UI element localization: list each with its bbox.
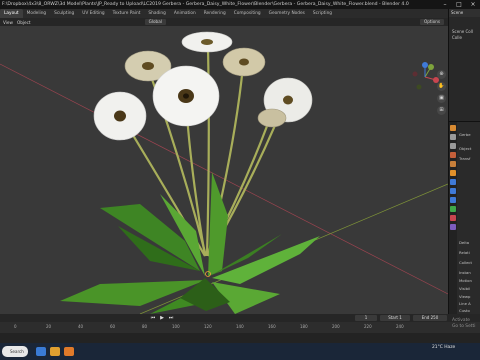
tick-label: 240 [396,324,404,329]
tab-rendering[interactable]: Rendering [200,9,230,18]
section-line-art[interactable]: Line A [459,301,471,306]
zoom-icon[interactable]: ⊕ [437,70,446,79]
x-axis-line [0,63,448,295]
options-dropdown[interactable]: Options [419,19,445,25]
tick-label: 60 [110,324,116,329]
activation-watermark: Activate Go to Setti [452,318,475,330]
viewport-header: View Object Global Options [0,18,448,26]
tick-label: 0 [14,324,17,329]
weather-widget[interactable]: 21°C Haze [432,345,455,351]
tab-sculpting[interactable]: Sculpting [50,9,78,18]
section-delta[interactable]: Delta [459,240,469,245]
tab-geometry-nodes[interactable]: Geometry Nodes [265,9,309,18]
section-collections[interactable]: Collect [459,260,472,265]
tick-label: 220 [364,324,372,329]
app-icon-folder[interactable] [50,347,60,356]
window-controls: – □ × [438,0,480,9]
maximize-button[interactable]: □ [452,0,466,9]
jump-start-icon[interactable]: ⏮ [150,315,156,321]
tab-scripting[interactable]: Scripting [309,9,336,18]
render-icon[interactable] [450,134,456,140]
section-transform[interactable]: Transf [459,156,470,161]
material-icon[interactable] [450,215,456,221]
flower-heads [93,31,313,141]
start-frame-field[interactable]: Start 1 [380,315,410,321]
pan-hand-icon[interactable]: ✋ [437,82,446,91]
outliner-row-collection[interactable]: Colle [449,35,480,41]
app-icon-blender[interactable] [64,347,74,356]
properties-panel: Gerbe Object Transf Delta Relati Collect… [448,121,480,315]
tick-label: 200 [332,324,340,329]
play-icon[interactable]: ▶ [159,315,165,321]
jump-end-icon[interactable]: ⏭ [168,315,174,321]
close-button[interactable]: × [466,0,480,9]
tick-label: 40 [78,324,84,329]
tab-modeling[interactable]: Modeling [23,9,51,18]
timeline-ruler[interactable]: 0 20 40 60 80 100 120 140 160 180 200 22… [0,322,480,333]
tick-label: 80 [142,324,148,329]
blender-window: F:\Dropbox\4x3\8_ORWZ\3d Model\Plants\JP… [0,0,480,360]
grid-icon[interactable]: ⊞ [437,106,446,115]
end-frame-field[interactable]: End 250 [413,315,447,321]
world-icon[interactable] [450,161,456,167]
section-custom[interactable]: Custo [459,308,470,313]
orientation-dropdown[interactable]: Global [144,19,166,25]
current-frame-field[interactable]: 1 [355,315,377,321]
output-icon[interactable] [450,143,456,149]
scene-icon[interactable] [450,152,456,158]
navigation-gizmo[interactable] [410,62,440,92]
start-frame-value: 1 [399,315,402,320]
3d-viewport[interactable]: ⊕ ✋ ▣ ⊞ [0,26,448,314]
texture-icon[interactable] [450,224,456,230]
object-label: Object [459,146,472,151]
end-frame-label: End [421,315,430,320]
camera-icon[interactable]: ▣ [437,94,446,103]
menu-view[interactable]: View [3,20,13,25]
section-motion[interactable]: Motion [459,278,472,283]
section-viewport[interactable]: Viewp [459,294,470,299]
windows-taskbar: Search 21°C Haze [0,343,480,360]
app-icon-browser[interactable] [36,347,46,356]
taskbar-search[interactable]: Search [2,346,28,357]
modifier-icon[interactable] [450,179,456,185]
section-relations[interactable]: Relati [459,250,470,255]
tab-uv-editing[interactable]: UV Editing [78,9,108,18]
tick-label: 140 [236,324,244,329]
viewport-scene [0,31,448,314]
tab-animation[interactable]: Animation [170,9,200,18]
minimize-button[interactable]: – [438,0,452,9]
properties-tabs [449,122,457,315]
end-frame-value: 250 [430,315,439,320]
tab-texture-paint[interactable]: Texture Paint [109,9,145,18]
timeline-area[interactable] [0,333,480,343]
physics-icon[interactable] [450,197,456,203]
playback-controls: ⏮ ▶ ⏭ [150,314,174,321]
leaves [60,172,320,314]
tick-label: 180 [300,324,308,329]
menu-object[interactable]: Object [17,20,31,25]
object-data-icon[interactable] [450,206,456,212]
section-instancing[interactable]: Instan [459,270,471,275]
tick-label: 120 [204,324,212,329]
section-visibility[interactable]: Visibil [459,286,470,291]
tick-label: 160 [268,324,276,329]
tick-label: 100 [172,324,180,329]
particles-icon[interactable] [450,188,456,194]
title-bar: F:\Dropbox\4x3\8_ORWZ\3d Model\Plants\JP… [0,0,480,9]
start-frame-label: Start [388,315,398,320]
tab-shading[interactable]: Shading [144,9,169,18]
object-icon[interactable] [450,170,456,176]
window-title: F:\Dropbox\4x3\8_ORWZ\3d Model\Plants\JP… [2,2,409,7]
outliner-title: Scene [449,9,480,17]
tool-icon[interactable] [450,125,456,131]
watermark-line-2: Go to Setti [452,324,476,329]
tab-compositing[interactable]: Compositing [230,9,265,18]
tab-layout[interactable]: Layout [0,9,23,18]
tick-label: 20 [46,324,52,329]
workspace-tabs: Layout Modeling Sculpting UV Editing Tex… [0,9,480,18]
object-name-field[interactable]: Gerbe [459,132,471,137]
outliner-panel: Scene Scene Coll Colle [448,9,480,121]
